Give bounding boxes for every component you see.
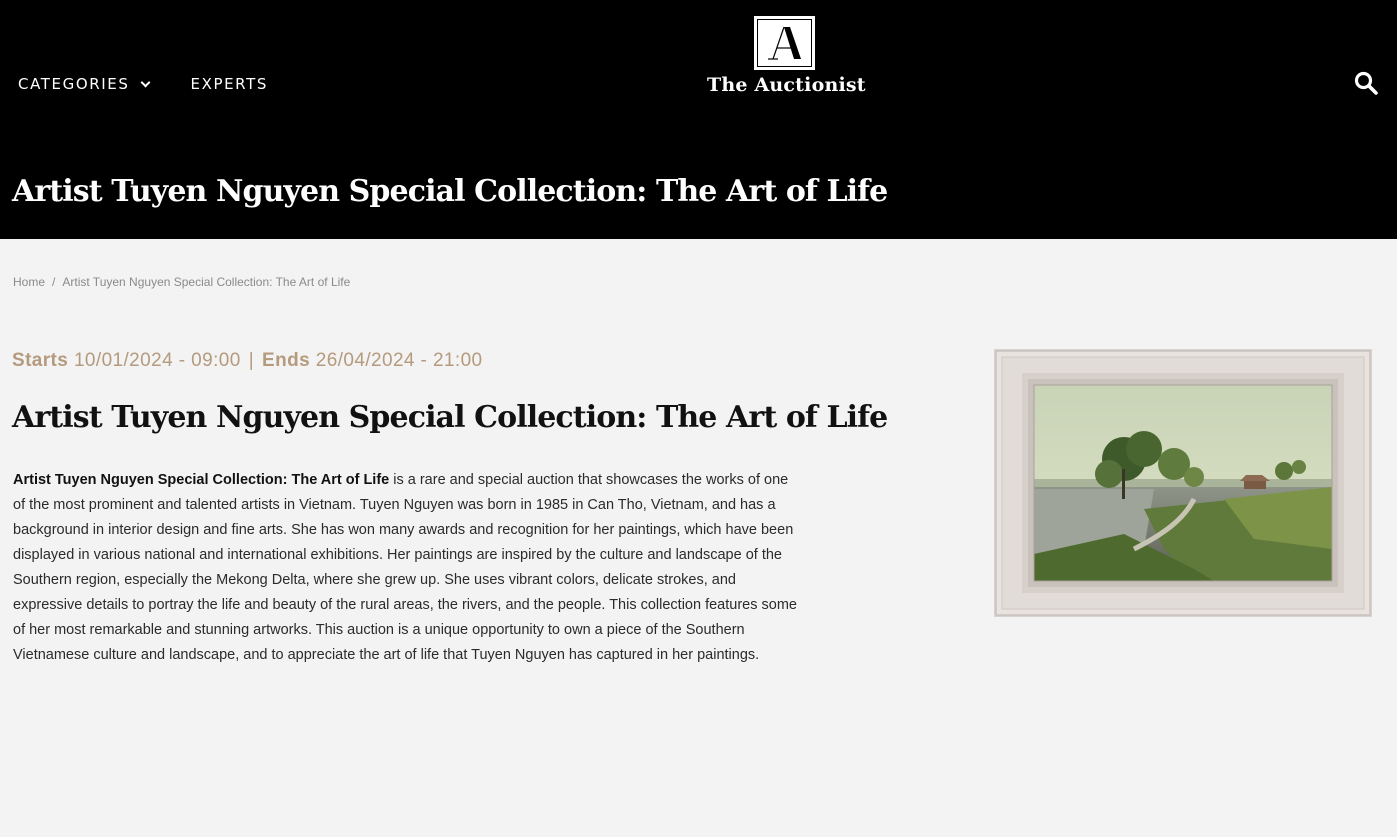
logo-a-icon <box>768 26 801 60</box>
breadcrumb: Home / Artist Tuyen Nguyen Special Collect… <box>13 275 350 289</box>
site-logo[interactable]: The Auctionist <box>707 16 866 96</box>
auction-description: Artist Tuyen Nguyen Special Collection: … <box>13 468 803 668</box>
nav-experts-label: EXPERTS <box>190 75 268 93</box>
page-title: Artist Tuyen Nguyen Special Collection: … <box>12 174 888 209</box>
description-text: is a rare and special auction that showc… <box>13 472 797 663</box>
description-bold: Artist Tuyen Nguyen Special Collection: … <box>13 472 390 488</box>
logo-mark <box>753 16 815 70</box>
chevron-down-icon <box>140 77 150 87</box>
main-nav: CATEGORIES EXPERTS <box>18 74 268 94</box>
auction-dates: Starts 10/01/2024 - 09:00 | Ends 26/04/202… <box>12 350 483 372</box>
auction-title: Artist Tuyen Nguyen Special Collection: … <box>12 400 888 435</box>
nav-categories[interactable]: CATEGORIES <box>18 74 150 94</box>
breadcrumb-home[interactable]: Home <box>13 275 45 289</box>
starts-value: 10/01/2024 - 09:00 <box>73 350 241 371</box>
starts-label: Starts <box>12 350 69 371</box>
nav-experts[interactable]: EXPERTS <box>191 74 269 94</box>
breadcrumb-current: Artist Tuyen Nguyen Special Collection: … <box>62 275 351 289</box>
site-header: CATEGORIES EXPERTS The Auctionist Artist… <box>0 0 1397 239</box>
breadcrumb-separator: / <box>52 275 56 289</box>
search-icon <box>1354 71 1378 95</box>
search-button[interactable] <box>1353 70 1379 96</box>
dates-separator: | <box>248 350 255 371</box>
ends-value: 26/04/2024 - 21:00 <box>315 350 483 371</box>
ends-label: Ends <box>262 350 311 371</box>
auction-cover-image[interactable] <box>994 349 1372 617</box>
painting-image <box>994 349 1372 617</box>
logo-text: The Auctionist <box>707 74 866 96</box>
nav-categories-label: CATEGORIES <box>18 75 130 93</box>
